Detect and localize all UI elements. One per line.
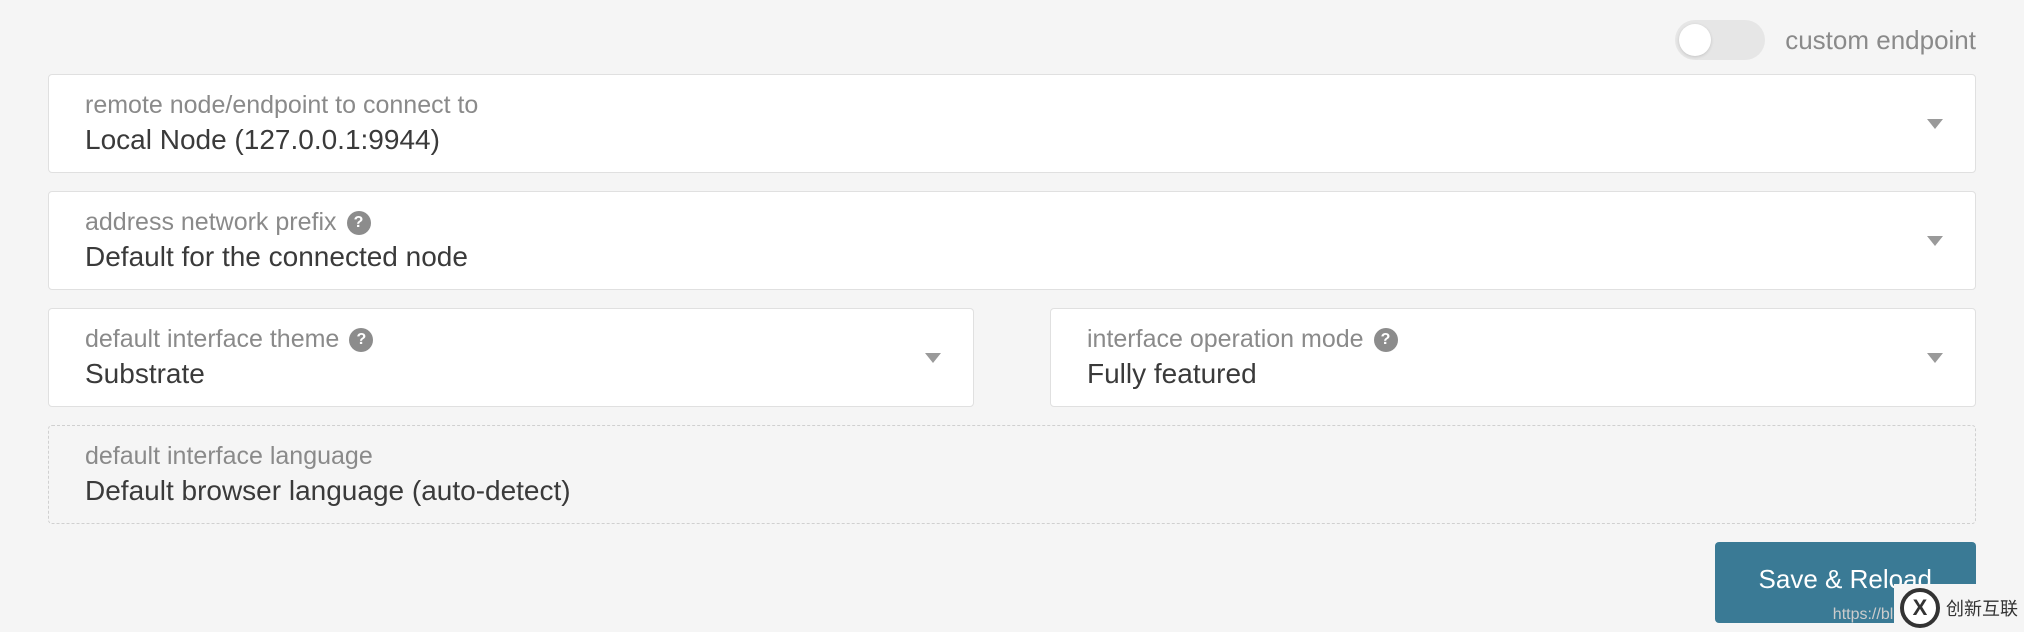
mode-select[interactable]: interface operation mode ? Fully feature…	[1050, 308, 1976, 407]
theme-label-text: default interface theme	[85, 325, 339, 354]
brand-text: 创新互联	[1946, 595, 2018, 621]
prefix-value: Default for the connected node	[85, 241, 1939, 273]
prefix-label: address network prefix ?	[85, 208, 1939, 237]
help-icon[interactable]: ?	[349, 328, 373, 352]
theme-value: Substrate	[85, 358, 937, 390]
prefix-select[interactable]: address network prefix ? Default for the…	[48, 191, 1976, 290]
custom-endpoint-label: custom endpoint	[1785, 25, 1976, 56]
chevron-down-icon	[1927, 236, 1943, 246]
endpoint-select[interactable]: remote node/endpoint to connect to Local…	[48, 74, 1976, 173]
brand-badge: X 创新互联	[1894, 584, 2024, 632]
language-label: default interface language	[85, 442, 1939, 471]
help-icon[interactable]: ?	[1374, 328, 1398, 352]
theme-label: default interface theme ?	[85, 325, 937, 354]
chevron-down-icon	[1927, 353, 1943, 363]
prefix-label-text: address network prefix	[85, 208, 337, 237]
language-field: default interface language Default brows…	[48, 425, 1976, 524]
theme-select[interactable]: default interface theme ? Substrate	[48, 308, 974, 407]
custom-endpoint-toggle[interactable]	[1675, 20, 1765, 60]
chevron-down-icon	[925, 353, 941, 363]
mode-value: Fully featured	[1087, 358, 1939, 390]
brand-mark-icon: X	[1900, 588, 1940, 628]
custom-endpoint-row: custom endpoint	[48, 0, 1976, 74]
toggle-knob	[1679, 24, 1711, 56]
mode-label-text: interface operation mode	[1087, 325, 1364, 354]
mode-label: interface operation mode ?	[1087, 325, 1939, 354]
endpoint-value: Local Node (127.0.0.1:9944)	[85, 124, 1939, 156]
help-icon[interactable]: ?	[347, 211, 371, 235]
chevron-down-icon	[1927, 119, 1943, 129]
endpoint-label: remote node/endpoint to connect to	[85, 91, 1939, 120]
language-value: Default browser language (auto-detect)	[85, 475, 1939, 507]
